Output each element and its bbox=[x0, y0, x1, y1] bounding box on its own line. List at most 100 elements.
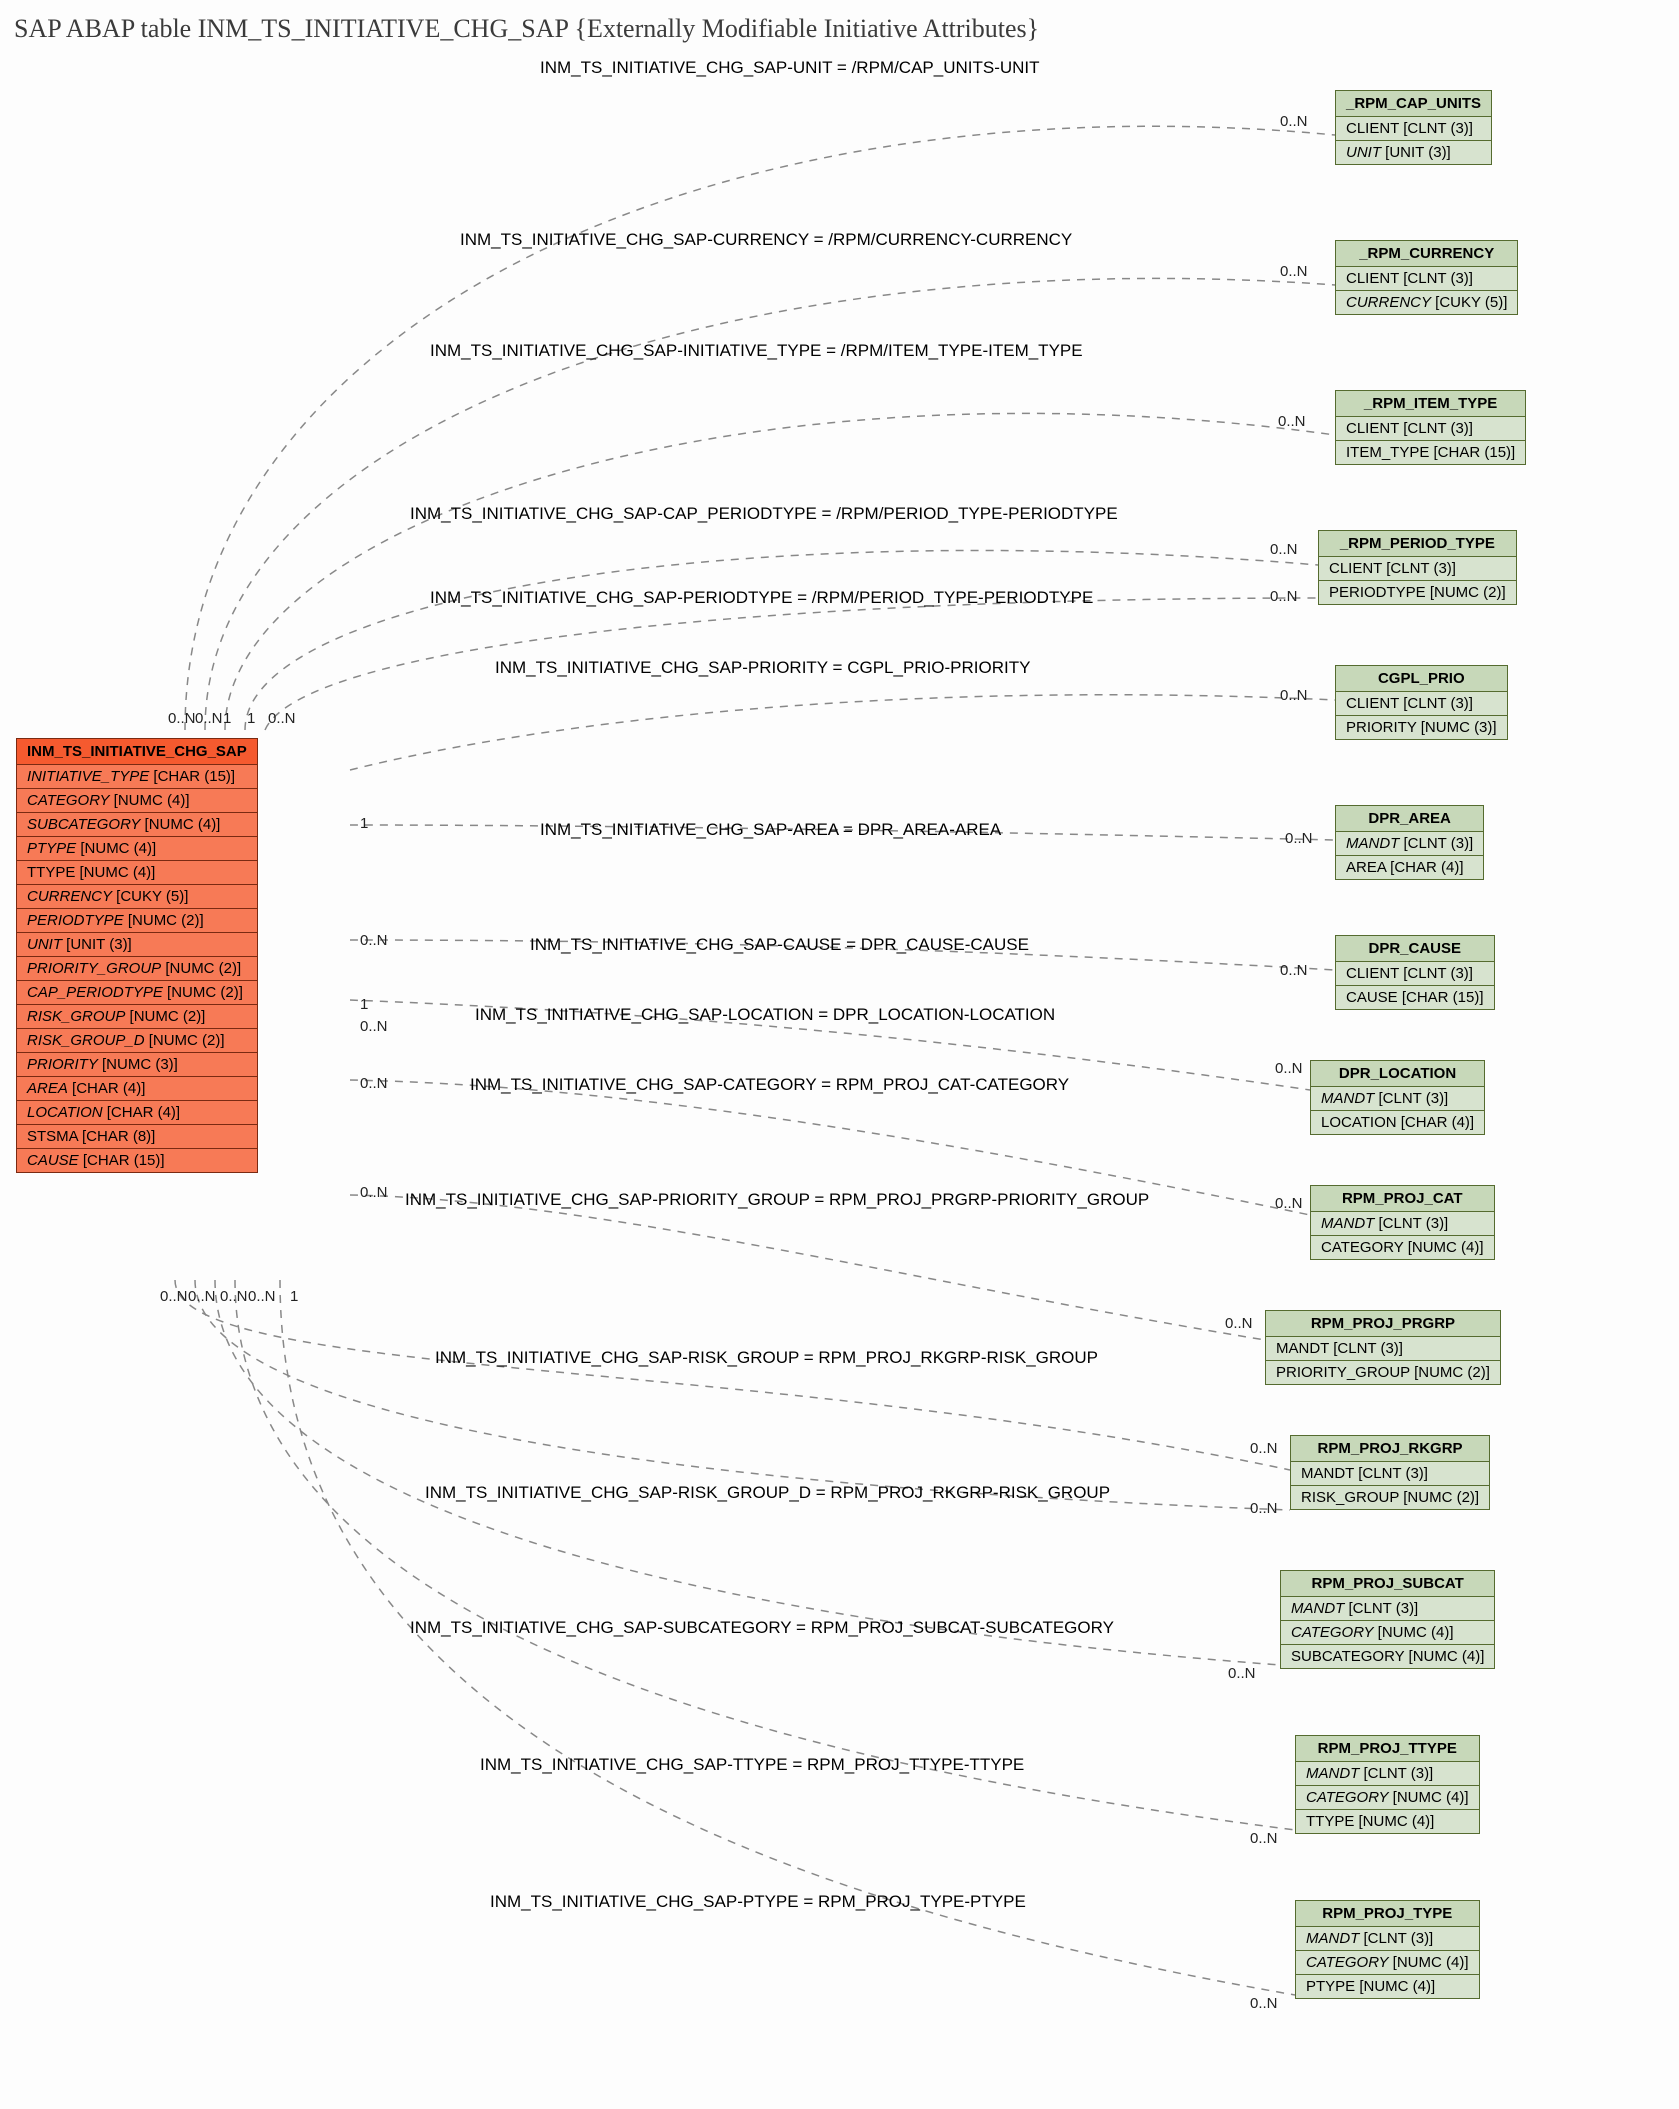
table-row: CATEGORY [NUMC (4)] bbox=[1311, 1236, 1495, 1260]
field-cell: STSMA [CHAR (8)] bbox=[17, 1125, 258, 1149]
field-cell: CLIENT [CLNT (3)] bbox=[1336, 267, 1518, 291]
relation-label: INM_TS_INITIATIVE_CHG_SAP-PTYPE = RPM_PR… bbox=[490, 1892, 1026, 1912]
table-row: RISK_GROUP [NUMC (2)] bbox=[1291, 1486, 1490, 1510]
field-cell: CLIENT [CLNT (3)] bbox=[1319, 557, 1517, 581]
table-row: CAP_PERIODTYPE [NUMC (2)] bbox=[17, 981, 258, 1005]
field-cell: UNIT [UNIT (3)] bbox=[17, 933, 258, 957]
table-row: PRIORITY [NUMC (3)] bbox=[1336, 716, 1508, 740]
field-cell: CAP_PERIODTYPE [NUMC (2)] bbox=[17, 981, 258, 1005]
field-cell: SUBCATEGORY [NUMC (4)] bbox=[1281, 1645, 1495, 1669]
table-row: MANDT [CLNT (3)] bbox=[1311, 1087, 1485, 1111]
table-row: PRIORITY [NUMC (3)] bbox=[17, 1053, 258, 1077]
cardinality-label: 0..N bbox=[1280, 962, 1308, 979]
table-prg: RPM_PROJ_PRGRPMANDT [CLNT (3)]PRIORITY_G… bbox=[1265, 1310, 1501, 1385]
table-row: MANDT [CLNT (3)] bbox=[1291, 1462, 1490, 1486]
table-row: MANDT [CLNT (3)] bbox=[1266, 1337, 1501, 1361]
table-header: RPM_PROJ_SUBCAT bbox=[1281, 1571, 1495, 1597]
cardinality-label: 0..N bbox=[360, 1075, 388, 1092]
table-pty: RPM_PROJ_TYPEMANDT [CLNT (3)]CATEGORY [N… bbox=[1295, 1900, 1480, 1999]
table-row: LOCATION [CHAR (4)] bbox=[17, 1101, 258, 1125]
field-cell: RISK_GROUP [NUMC (2)] bbox=[17, 1005, 258, 1029]
field-cell: MANDT [CLNT (3)] bbox=[1311, 1087, 1485, 1111]
cardinality-label: 0..N bbox=[360, 1184, 388, 1201]
cardinality-label: 0..N bbox=[1280, 113, 1308, 130]
field-cell: INITIATIVE_TYPE [CHAR (15)] bbox=[17, 765, 258, 789]
cardinality-label: 0..N bbox=[195, 710, 223, 727]
field-cell: CURRENCY [CUKY (5)] bbox=[1336, 291, 1518, 315]
cardinality-label: 0..N bbox=[1270, 588, 1298, 605]
table-header: RPM_PROJ_CAT bbox=[1311, 1186, 1495, 1212]
table-row: ITEM_TYPE [CHAR (15)] bbox=[1336, 441, 1526, 465]
table-row: RISK_GROUP [NUMC (2)] bbox=[17, 1005, 258, 1029]
table-row: CLIENT [CLNT (3)] bbox=[1336, 267, 1518, 291]
table-cap: _RPM_CAP_UNITSCLIENT [CLNT (3)]UNIT [UNI… bbox=[1335, 90, 1492, 165]
table-header: CGPL_PRIO bbox=[1336, 666, 1508, 692]
field-cell: CAUSE [CHAR (15)] bbox=[1336, 986, 1495, 1010]
table-rkg: RPM_PROJ_RKGRPMANDT [CLNT (3)]RISK_GROUP… bbox=[1290, 1435, 1490, 1510]
cardinality-label: 1 bbox=[360, 815, 368, 832]
relation-label: INM_TS_INITIATIVE_CHG_SAP-TTYPE = RPM_PR… bbox=[480, 1755, 1024, 1775]
field-cell: CLIENT [CLNT (3)] bbox=[1336, 117, 1492, 141]
field-cell: CLIENT [CLNT (3)] bbox=[1336, 692, 1508, 716]
relation-label: INM_TS_INITIATIVE_CHG_SAP-CATEGORY = RPM… bbox=[470, 1075, 1069, 1095]
table-row: CAUSE [CHAR (15)] bbox=[1336, 986, 1495, 1010]
table-row: SUBCATEGORY [NUMC (4)] bbox=[17, 813, 258, 837]
table-row: MANDT [CLNT (3)] bbox=[1296, 1927, 1480, 1951]
table-row: AREA [CHAR (4)] bbox=[17, 1077, 258, 1101]
table-row: INITIATIVE_TYPE [CHAR (15)] bbox=[17, 765, 258, 789]
cardinality-label: 1 bbox=[247, 710, 255, 727]
field-cell: PTYPE [NUMC (4)] bbox=[1296, 1975, 1480, 1999]
field-cell: MANDT [CLNT (3)] bbox=[1336, 832, 1484, 856]
table-header: RPM_PROJ_PRGRP bbox=[1266, 1311, 1501, 1337]
table-row: CLIENT [CLNT (3)] bbox=[1336, 692, 1508, 716]
table-row: UNIT [UNIT (3)] bbox=[1336, 141, 1492, 165]
field-cell: MANDT [CLNT (3)] bbox=[1291, 1462, 1490, 1486]
table-row: MANDT [CLNT (3)] bbox=[1281, 1597, 1495, 1621]
cardinality-label: 1 bbox=[290, 1288, 298, 1305]
table-row: UNIT [UNIT (3)] bbox=[17, 933, 258, 957]
field-cell: CATEGORY [NUMC (4)] bbox=[1296, 1786, 1480, 1810]
field-cell: SUBCATEGORY [NUMC (4)] bbox=[17, 813, 258, 837]
table-header: _RPM_PERIOD_TYPE bbox=[1319, 531, 1517, 557]
field-cell: MANDT [CLNT (3)] bbox=[1266, 1337, 1501, 1361]
table-cur: _RPM_CURRENCYCLIENT [CLNT (3)]CURRENCY [… bbox=[1335, 240, 1518, 315]
table-row: CLIENT [CLNT (3)] bbox=[1336, 117, 1492, 141]
cardinality-label: 0..N bbox=[1228, 1665, 1256, 1682]
table-header: DPR_CAUSE bbox=[1336, 936, 1495, 962]
field-cell: MANDT [CLNT (3)] bbox=[1281, 1597, 1495, 1621]
field-cell: CLIENT [CLNT (3)] bbox=[1336, 962, 1495, 986]
table-sub: RPM_PROJ_SUBCATMANDT [CLNT (3)]CATEGORY … bbox=[1280, 1570, 1495, 1669]
table-row: CATEGORY [NUMC (4)] bbox=[1296, 1951, 1480, 1975]
cardinality-label: 0..N bbox=[1250, 1440, 1278, 1457]
cardinality-label: 0..N bbox=[1225, 1315, 1253, 1332]
field-cell: UNIT [UNIT (3)] bbox=[1336, 141, 1492, 165]
field-cell: CATEGORY [NUMC (4)] bbox=[1296, 1951, 1480, 1975]
table-row: CURRENCY [CUKY (5)] bbox=[17, 885, 258, 909]
cardinality-label: 0..N bbox=[188, 1288, 216, 1305]
table-are: DPR_AREAMANDT [CLNT (3)]AREA [CHAR (4)] bbox=[1335, 805, 1484, 880]
table-row: CURRENCY [CUKY (5)] bbox=[1336, 291, 1518, 315]
table-row: CLIENT [CLNT (3)] bbox=[1336, 962, 1495, 986]
table-row: MANDT [CLNT (3)] bbox=[1311, 1212, 1495, 1236]
table-header: _RPM_CURRENCY bbox=[1336, 241, 1518, 267]
table-header: DPR_LOCATION bbox=[1311, 1061, 1485, 1087]
table-row: TTYPE [NUMC (4)] bbox=[17, 861, 258, 885]
relation-label: INM_TS_INITIATIVE_CHG_SAP-AREA = DPR_ARE… bbox=[540, 820, 1001, 840]
table-row: PTYPE [NUMC (4)] bbox=[17, 837, 258, 861]
relation-label: INM_TS_INITIATIVE_CHG_SAP-PERIODTYPE = /… bbox=[430, 588, 1093, 608]
table-row: CATEGORY [NUMC (4)] bbox=[1296, 1786, 1480, 1810]
table-inm-ts-initiative-chg-sap: INM_TS_INITIATIVE_CHG_SAP INITIATIVE_TYP… bbox=[16, 738, 258, 1173]
field-cell: CURRENCY [CUKY (5)] bbox=[17, 885, 258, 909]
table-header: RPM_PROJ_RKGRP bbox=[1291, 1436, 1490, 1462]
field-cell: CATEGORY [NUMC (4)] bbox=[1281, 1621, 1495, 1645]
cardinality-label: 0..N bbox=[360, 1018, 388, 1035]
table-loc: DPR_LOCATIONMANDT [CLNT (3)]LOCATION [CH… bbox=[1310, 1060, 1485, 1135]
table-itm: _RPM_ITEM_TYPECLIENT [CLNT (3)]ITEM_TYPE… bbox=[1335, 390, 1526, 465]
cardinality-label: 0..N bbox=[220, 1288, 248, 1305]
table-row: PRIORITY_GROUP [NUMC (2)] bbox=[17, 957, 258, 981]
table-row: CLIENT [CLNT (3)] bbox=[1336, 417, 1526, 441]
table-row: PERIODTYPE [NUMC (2)] bbox=[17, 909, 258, 933]
table-header: _RPM_CAP_UNITS bbox=[1336, 91, 1492, 117]
field-cell: PRIORITY_GROUP [NUMC (2)] bbox=[17, 957, 258, 981]
cardinality-label: 0..N bbox=[160, 1288, 188, 1305]
